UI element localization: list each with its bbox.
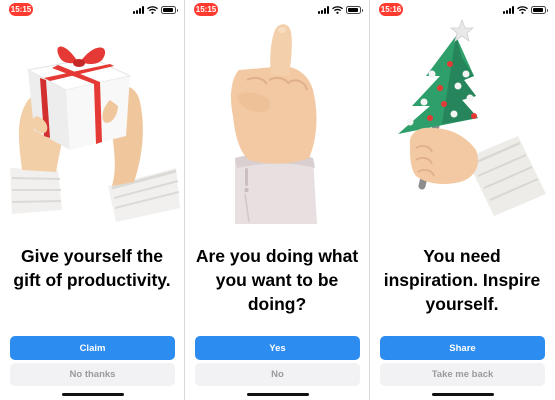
star-icon [449,18,475,42]
cellular-signal-icon [503,6,514,14]
status-bar: 15:16 [370,0,554,20]
hands-holding-gift-illustration [10,46,180,222]
take-me-back-button[interactable]: Take me back [380,363,545,386]
yes-button[interactable]: Yes [195,336,360,360]
screen-inspiration: 15:16 You need inspiration. Inspire your… [370,0,554,400]
wifi-icon [332,6,343,14]
wifi-icon [517,6,528,14]
status-time: 15:16 [379,3,403,16]
fist [231,66,317,164]
sleeve-left [10,168,62,214]
cellular-signal-icon [318,6,329,14]
home-indicator [62,393,124,396]
hand-holding-christmas-tree-illustration [398,18,546,216]
wifi-icon [147,6,158,14]
status-icons [503,5,548,15]
gift-box [26,46,132,150]
battery-icon [161,6,178,14]
home-indicator [247,393,309,396]
hand [409,127,479,184]
screen-question: 15:15 Are you doing what you want to be … [185,0,369,400]
screen-gift: 15:15 Give yourself the gift of producti… [0,0,184,400]
headline: Are you doing what you want to be doing? [195,246,359,314]
status-bar: 15:15 [0,0,184,20]
status-bar: 15:15 [185,0,369,20]
cellular-signal-icon [133,6,144,14]
status-time: 15:15 [9,3,33,16]
hand-pointing-up-illustration [231,24,317,224]
home-indicator [432,393,494,396]
battery-icon [346,6,363,14]
headline: Give yourself the gift of productivity. [13,246,171,290]
share-button[interactable]: Share [380,336,545,360]
no-button[interactable]: No [195,363,360,386]
status-icons [318,5,363,15]
claim-button[interactable]: Claim [10,336,175,360]
no-thanks-button[interactable]: No thanks [10,363,175,386]
sweater-sleeve [466,136,546,216]
christmas-tree [398,36,478,134]
status-icons [133,5,178,15]
status-time: 15:15 [194,3,218,16]
battery-icon [531,6,548,14]
headline: You need inspiration. Inspire yourself. [383,246,541,314]
